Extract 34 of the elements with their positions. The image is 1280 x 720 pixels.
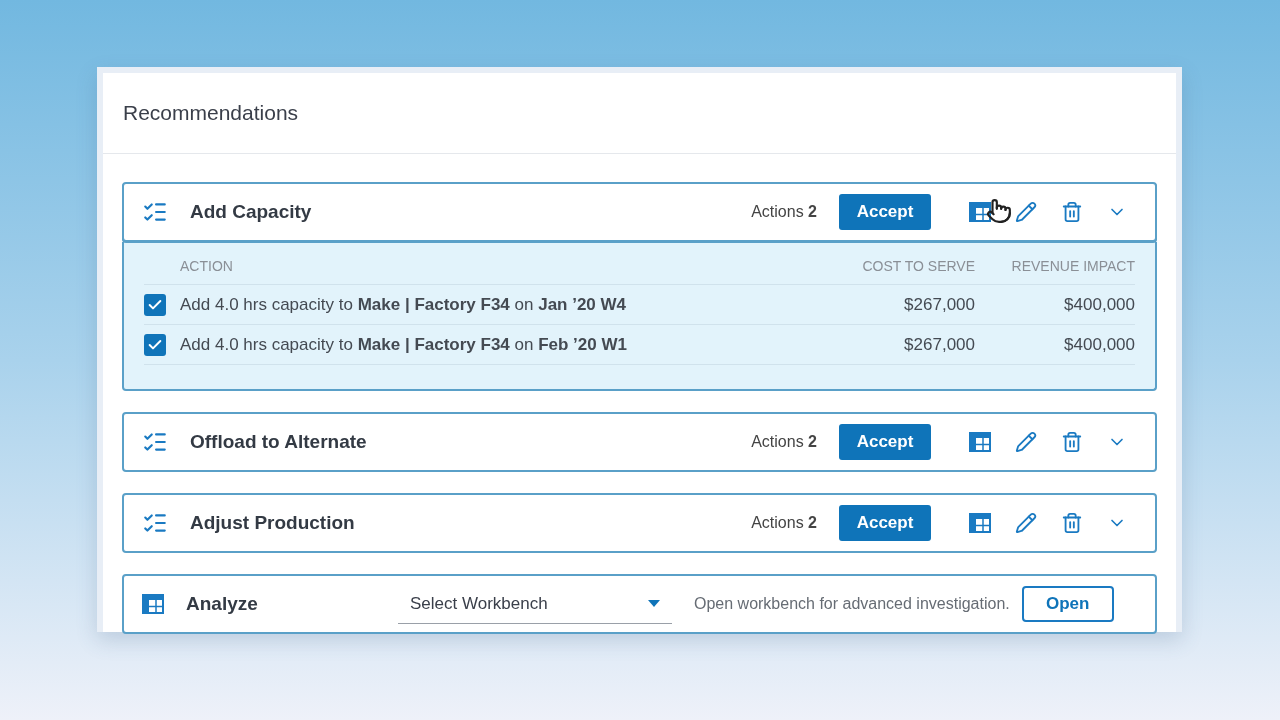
recommendation-title: Offload to Alternate — [190, 431, 368, 453]
recommendation-title: Add Capacity — [190, 201, 313, 223]
caret-icon — [648, 600, 660, 607]
actions-count: Actions 2 — [751, 514, 817, 532]
accept-button[interactable]: Accept — [839, 194, 931, 230]
delete-icon[interactable] — [1061, 512, 1083, 534]
table-icon[interactable] — [969, 201, 991, 223]
actions-count: Actions 2 — [751, 203, 817, 221]
analyze-hint: Open workbench for advanced investigation. — [694, 595, 1010, 613]
analyze-title: Analyze — [186, 593, 259, 615]
recommendation-title: Adjust Production — [190, 512, 356, 534]
column-header: ACTION — [180, 252, 815, 285]
panel-title: Recommendations — [123, 101, 299, 125]
action-cell: Add 4.0 hrs capacity to Make | Factory F34 on Jan ’20 W4 — [180, 285, 815, 325]
table-icon — [142, 593, 164, 615]
column-header: COST TO SERVE — [815, 252, 975, 285]
actions-count: Actions 2 — [751, 433, 817, 451]
checkbox[interactable] — [144, 333, 166, 356]
action-cell: Add 4.0 hrs capacity to Make | Factory F34 on Feb ’20 W1 — [180, 325, 815, 365]
delete-icon[interactable] — [1061, 201, 1083, 223]
cost-cell: $267,000 — [815, 285, 975, 325]
accept-button[interactable]: Accept — [839, 505, 931, 541]
revenue-cell: $400,000 — [975, 325, 1135, 365]
cost-cell: $267,000 — [815, 325, 975, 365]
accept-button[interactable]: Accept — [839, 424, 931, 460]
edit-icon[interactable] — [1015, 201, 1037, 223]
checkbox[interactable] — [144, 293, 166, 316]
revenue-cell: $400,000 — [975, 285, 1135, 325]
delete-icon[interactable] — [1061, 431, 1083, 453]
open-button[interactable]: Open — [1021, 586, 1114, 622]
workbench-select[interactable]: Select Workbench — [398, 584, 672, 624]
edit-icon[interactable] — [1015, 512, 1037, 534]
column-header: REVENUE IMPACT — [975, 252, 1135, 285]
edit-icon[interactable] — [1015, 431, 1037, 453]
